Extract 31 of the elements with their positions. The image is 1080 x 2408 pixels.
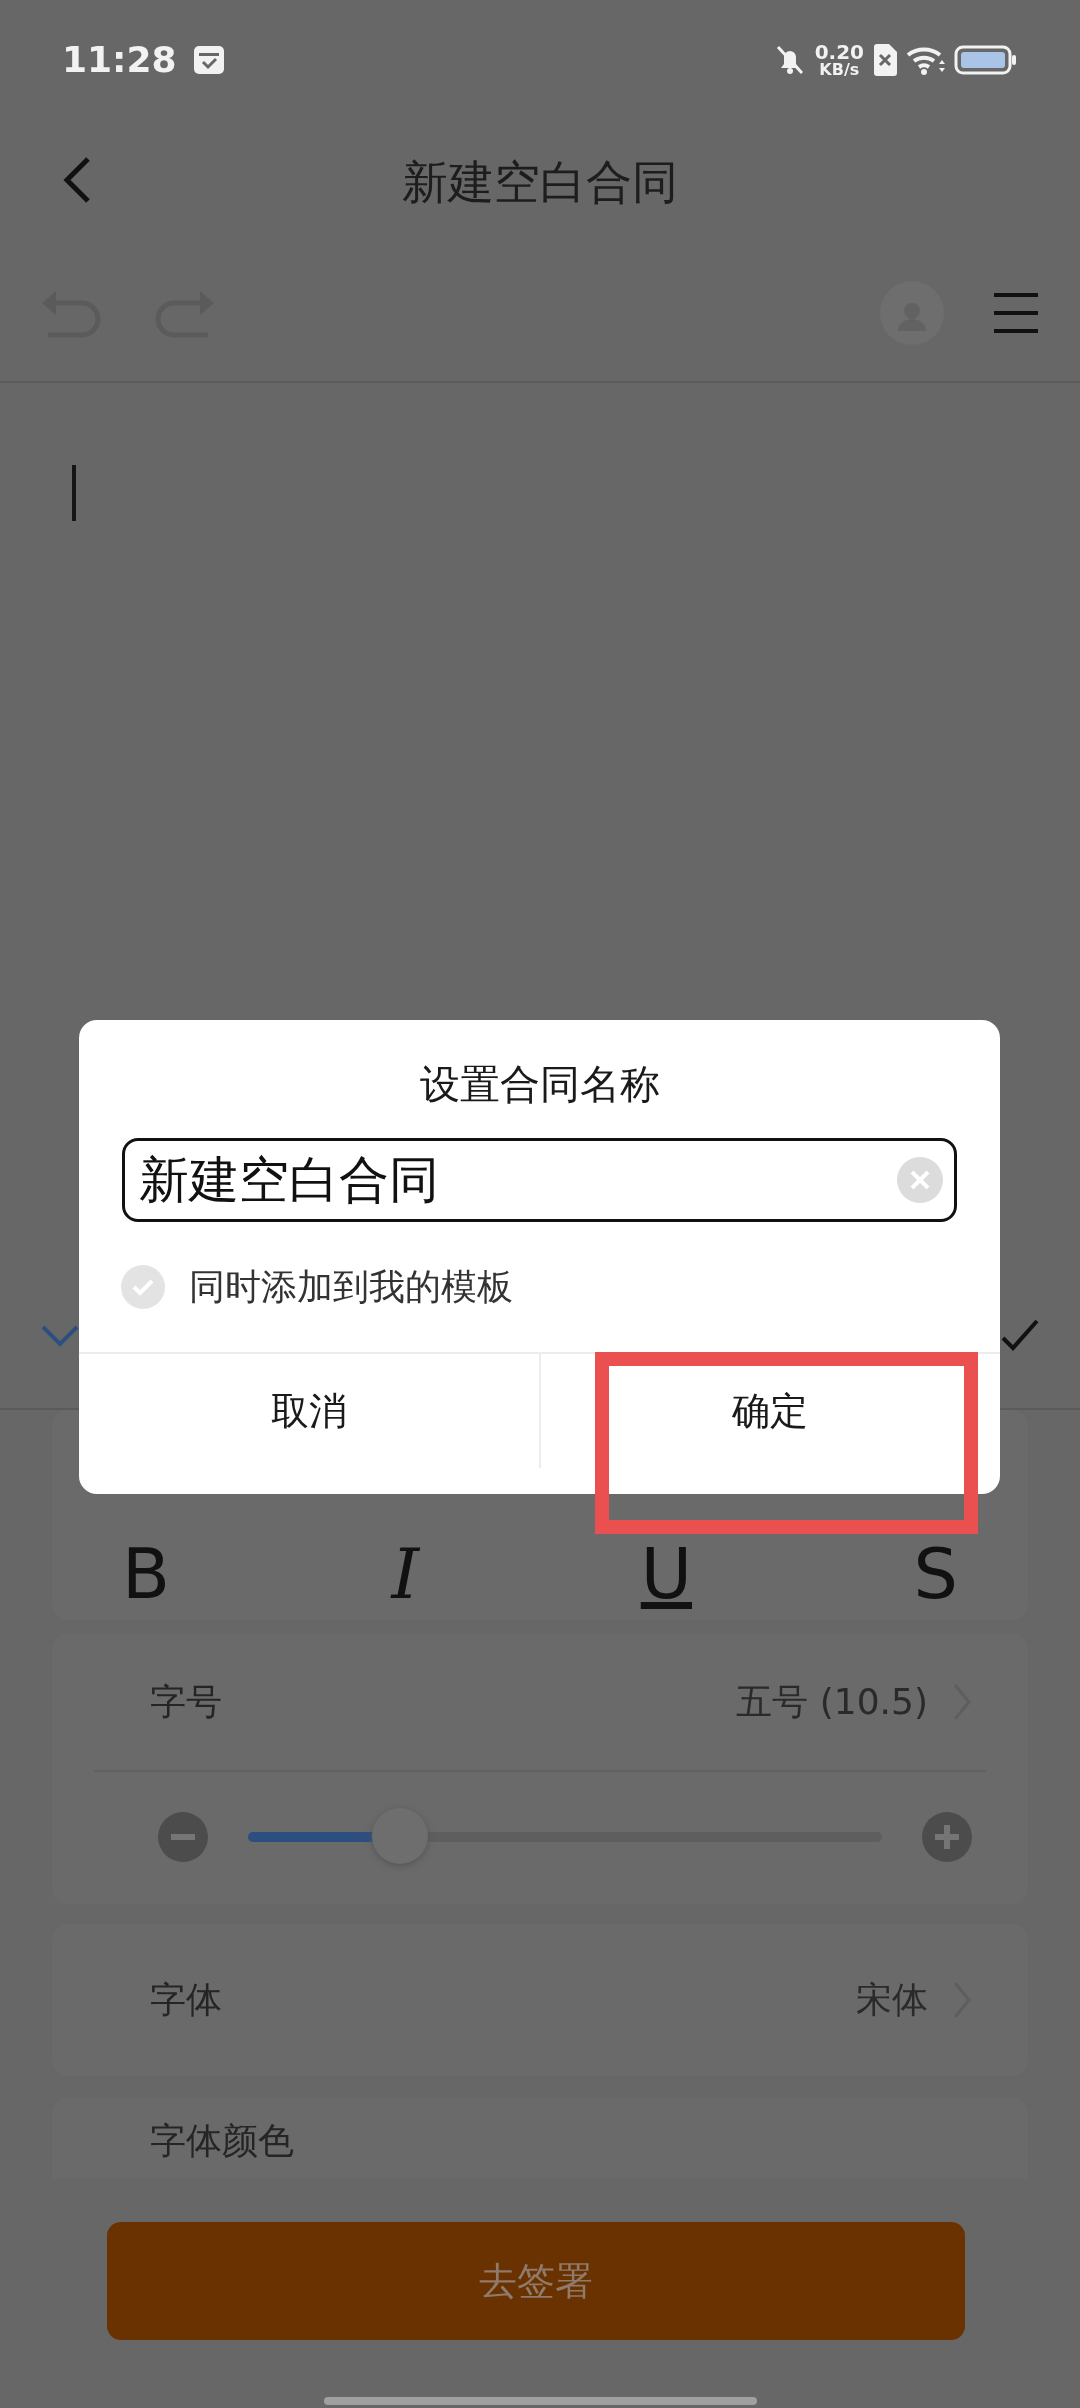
clear-icon[interactable] [897, 1157, 943, 1203]
menu-icon[interactable] [992, 291, 1040, 335]
checkbox-label[interactable]: 同时添加到我的模板 [189, 1260, 513, 1314]
setting-value[interactable]: 五号 (10.5) [736, 1675, 928, 1729]
back-icon[interactable] [62, 156, 92, 204]
check-icon[interactable] [1000, 1318, 1040, 1352]
checkbox[interactable] [121, 1265, 165, 1309]
setting-label: 字体颜色 [150, 2120, 294, 2161]
font-size-slider[interactable] [248, 1808, 882, 1866]
minus-icon[interactable] [158, 1812, 208, 1862]
setting-value[interactable]: 宋体 [856, 1973, 928, 2027]
name-input-field[interactable]: 新建空白合同 [122, 1138, 957, 1222]
home-indicator[interactable] [324, 2397, 757, 2405]
underline-button[interactable]: U [640, 1528, 692, 1620]
slider-thumb[interactable] [372, 1808, 429, 1864]
calendar-icon [192, 44, 225, 76]
battery-icon [954, 44, 1018, 76]
chevron-down-icon[interactable] [40, 1323, 80, 1347]
page-title: 新建空白合同 [402, 154, 678, 211]
bold-button[interactable]: B [122, 1528, 171, 1620]
dialog-title: 设置合同名称 [418, 1060, 661, 1109]
italic-button[interactable]: I [391, 1528, 420, 1620]
strikethrough-button[interactable]: S [913, 1528, 958, 1620]
sim-card-icon [872, 43, 898, 77]
plus-icon[interactable] [922, 1812, 972, 1862]
sign-button[interactable]: 去签署 [107, 2222, 965, 2340]
setting-label: 字号 [150, 1680, 222, 1724]
network-speed: 0.20 KB/s [814, 42, 864, 78]
text-cursor [72, 465, 76, 521]
clock-time: 11:28 [62, 38, 177, 82]
setting-label: 字体 [150, 1978, 222, 2022]
